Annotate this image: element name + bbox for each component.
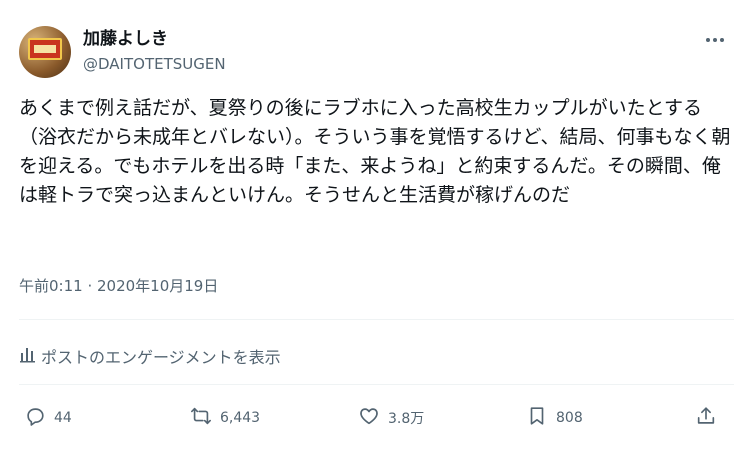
reply-icon xyxy=(24,405,46,431)
author-display-name[interactable]: 加藤よしき xyxy=(83,28,168,50)
avatar-sign-graphic xyxy=(28,38,62,60)
bookmark-count: 808 xyxy=(556,410,583,426)
analytics-icon xyxy=(19,345,37,367)
like-button[interactable]: 3.8万 xyxy=(358,404,424,432)
divider xyxy=(19,319,734,320)
repost-count: 6,443 xyxy=(220,410,261,426)
bookmark-icon xyxy=(526,405,548,431)
share-button[interactable] xyxy=(695,404,717,432)
repost-button[interactable]: 6,443 xyxy=(190,404,260,432)
bookmark-button[interactable]: 808 xyxy=(526,404,583,432)
more-horizontal-icon[interactable] xyxy=(700,28,730,52)
divider xyxy=(19,384,734,385)
reply-button[interactable]: 44 xyxy=(24,404,72,432)
engagement-label: ポストのエンゲージメントを表示 xyxy=(41,348,281,367)
like-count: 3.8万 xyxy=(388,411,425,427)
author-handle[interactable]: @DAITOTETSUGEN xyxy=(83,54,226,74)
view-engagement-link[interactable]: ポストのエンゲージメントを表示 xyxy=(19,344,281,368)
tweet-card: 加藤よしき @DAITOTETSUGEN あくまで例え話だが、夏祭りの後にラブホ… xyxy=(0,0,751,454)
tweet-timestamp[interactable]: 午前0:11 · 2020年10月19日 xyxy=(19,276,218,296)
tweet-text: あくまで例え話だが、夏祭りの後にラブホに入った高校生カップルがいたとする（浴衣だ… xyxy=(19,97,731,206)
heart-icon xyxy=(358,405,380,431)
repost-icon xyxy=(190,405,212,431)
avatar[interactable] xyxy=(19,26,71,78)
share-icon xyxy=(695,405,717,431)
reply-count: 44 xyxy=(54,410,72,426)
